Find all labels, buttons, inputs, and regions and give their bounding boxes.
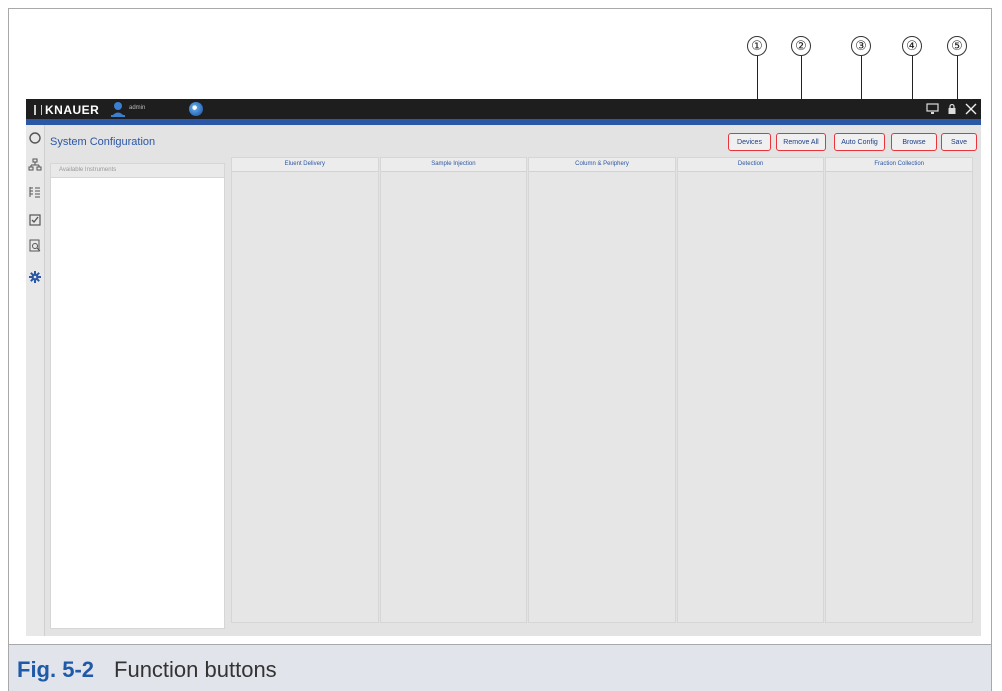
figure-caption: Fig. 5-2 Function buttons xyxy=(17,657,277,683)
user-name: admin xyxy=(129,105,146,111)
callout-1: ① xyxy=(747,36,767,56)
close-icon[interactable] xyxy=(965,103,977,115)
column-detection[interactable]: Detection xyxy=(676,157,825,623)
auto-config-button[interactable]: Auto Config xyxy=(834,133,885,151)
column-sample-injection[interactable]: Sample Injection xyxy=(379,157,528,623)
user-icon[interactable] xyxy=(111,101,125,117)
knauer-logo: KNAUER xyxy=(34,103,99,117)
page-title: System Configuration xyxy=(50,136,156,148)
lock-icon[interactable] xyxy=(948,104,956,114)
network-icon[interactable] xyxy=(28,158,42,172)
save-button[interactable]: Save xyxy=(941,133,977,151)
title-bar: KNAUER admin xyxy=(26,99,981,119)
column-fraction-collection[interactable]: Fraction Collection xyxy=(825,157,973,623)
callout-5: ⑤ xyxy=(947,36,967,56)
app-window: KNAUER admin System Configuration Device… xyxy=(26,99,981,636)
callout-3: ③ xyxy=(851,36,871,56)
column-header: Sample Injection xyxy=(380,158,527,172)
method-list-icon[interactable] xyxy=(28,185,42,199)
remove-all-button[interactable]: Remove All xyxy=(776,133,826,151)
software-logo-icon xyxy=(189,102,203,116)
checkbox-icon[interactable] xyxy=(28,213,42,227)
monitor-icon[interactable] xyxy=(926,103,939,115)
figure-caption-text: Function buttons xyxy=(114,657,277,682)
column-eluent-delivery[interactable]: Eluent Delivery xyxy=(231,157,379,623)
accent-bar xyxy=(26,119,981,125)
circle-icon[interactable] xyxy=(28,131,42,145)
devices-button[interactable]: Devices xyxy=(728,133,771,151)
available-instruments-header: Available Instruments xyxy=(51,164,224,178)
available-instruments-panel[interactable]: Available Instruments xyxy=(50,163,225,629)
column-header: Eluent Delivery xyxy=(232,158,378,172)
browse-button[interactable]: Browse xyxy=(891,133,937,151)
figure-number: Fig. 5-2 xyxy=(17,657,95,682)
callout-4: ④ xyxy=(902,36,922,56)
column-header: Detection xyxy=(677,158,824,172)
column-column-periphery[interactable]: Column & Periphery xyxy=(528,157,676,623)
column-header: Fraction Collection xyxy=(826,158,972,172)
column-header: Column & Periphery xyxy=(529,158,675,172)
configuration-columns: Eluent Delivery Sample Injection Column … xyxy=(231,157,973,623)
gear-icon[interactable] xyxy=(28,270,42,284)
left-nav-rail xyxy=(26,125,45,636)
search-report-icon[interactable] xyxy=(28,239,42,253)
callout-2: ② xyxy=(791,36,811,56)
